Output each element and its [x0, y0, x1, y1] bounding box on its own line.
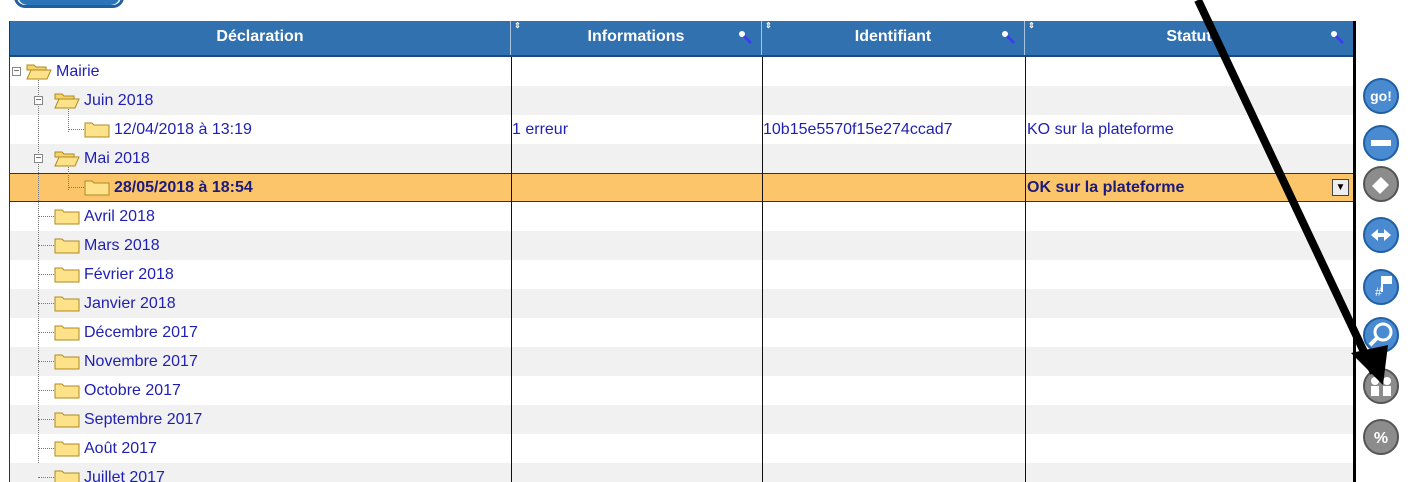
- filter-icon[interactable]: [1000, 29, 1016, 45]
- informations-cell: 1 erreur: [512, 121, 569, 138]
- go-icon[interactable]: go!: [1362, 77, 1400, 115]
- column-header-informations[interactable]: ⇕ Informations: [511, 21, 762, 55]
- resize-handle-icon[interactable]: ⇕: [514, 22, 521, 30]
- column-header-identifiant[interactable]: ⇕ Identifiant: [762, 21, 1025, 55]
- collapse-toggle-icon[interactable]: −: [34, 96, 43, 106]
- tree-label[interactable]: Janvier 2018: [84, 289, 176, 318]
- tree-label[interactable]: Octobre 2017: [84, 376, 181, 405]
- tree-label[interactable]: Décembre 2017: [84, 318, 198, 347]
- tree-label-selected[interactable]: 28/05/2018 à 18:54: [114, 173, 253, 202]
- table-row[interactable]: [10, 318, 1353, 347]
- column-header-label: Déclaration: [216, 28, 304, 45]
- resize-handle-icon[interactable]: ⇕: [765, 22, 772, 30]
- table-row[interactable]: [10, 260, 1353, 289]
- top-tab-fill: [18, 0, 120, 5]
- statut-dropdown-button[interactable]: ▼: [1332, 179, 1349, 196]
- percent-icon[interactable]: %: [1362, 418, 1400, 456]
- hash-flag-icon[interactable]: #: [1362, 268, 1400, 306]
- tree-label[interactable]: Mars 2018: [84, 231, 160, 260]
- table-row[interactable]: [10, 57, 1353, 86]
- svg-text:go!: go!: [1370, 88, 1392, 104]
- tree-label[interactable]: Février 2018: [84, 260, 174, 289]
- svg-text:%: %: [1374, 430, 1388, 447]
- tree-line: [38, 77, 39, 463]
- collapse-toggle-icon[interactable]: −: [12, 67, 21, 77]
- tree-label[interactable]: Novembre 2017: [84, 347, 198, 376]
- open-folder-icon: [54, 93, 80, 109]
- folder-icon: [54, 383, 80, 399]
- tree-label[interactable]: Avril 2018: [84, 202, 155, 231]
- table-row[interactable]: [10, 463, 1353, 482]
- statut-cell-selected[interactable]: OK sur la plateforme: [1027, 173, 1184, 202]
- tree-label[interactable]: Juillet 2017: [84, 463, 165, 482]
- open-folder-icon: [26, 64, 52, 80]
- identifiant-cell: 10b15e5570f15e274ccad7: [763, 121, 953, 138]
- filter-icon[interactable]: [1329, 29, 1345, 45]
- column-header-statut[interactable]: ⇕ Statut: [1025, 21, 1353, 55]
- tree-label[interactable]: Juin 2018: [84, 86, 153, 115]
- minus-icon[interactable]: [1362, 124, 1400, 162]
- folder-icon: [54, 325, 80, 341]
- magnifier-icon[interactable]: [1362, 316, 1400, 354]
- column-divider: [511, 57, 512, 482]
- column-header-declaration[interactable]: Déclaration: [10, 21, 511, 55]
- filter-icon[interactable]: [737, 29, 753, 45]
- folder-icon: [54, 238, 80, 254]
- folder-icon: [54, 209, 80, 225]
- table-row[interactable]: [10, 86, 1353, 115]
- column-header-label: Identifiant: [854, 28, 932, 45]
- tree-label[interactable]: Août 2017: [84, 434, 157, 463]
- resize-handle-icon[interactable]: ⇕: [1028, 22, 1035, 30]
- table-row[interactable]: [10, 289, 1353, 318]
- tree-label[interactable]: Septembre 2017: [84, 405, 202, 434]
- grid-header: Déclaration ⇕ Informations ⇕ Identifiant…: [10, 21, 1353, 57]
- tree-label[interactable]: Mai 2018: [84, 144, 150, 173]
- folder-icon: [54, 412, 80, 428]
- collapse-toggle-icon[interactable]: −: [34, 154, 43, 164]
- statut-cell: KO sur la plateforme: [1027, 121, 1174, 138]
- table-row[interactable]: [10, 347, 1353, 376]
- column-header-label: Informations: [587, 28, 685, 45]
- column-header-label: Statut: [1166, 28, 1212, 45]
- folder-icon: [54, 441, 80, 457]
- folder-icon: [54, 267, 80, 283]
- eraser-icon[interactable]: [1362, 165, 1400, 203]
- folder-icon: [84, 180, 110, 196]
- table-row[interactable]: [10, 376, 1353, 405]
- tree-label[interactable]: 12/04/2018 à 13:19: [114, 115, 252, 144]
- declaration-tree-grid: Déclaration ⇕ Informations ⇕ Identifiant…: [9, 21, 1356, 482]
- table-row[interactable]: [10, 202, 1353, 231]
- table-row[interactable]: [10, 144, 1353, 173]
- table-row[interactable]: [10, 434, 1353, 463]
- table-row[interactable]: [10, 405, 1353, 434]
- tree-label[interactable]: Mairie: [56, 57, 100, 86]
- folder-icon: [54, 470, 80, 482]
- table-row[interactable]: [10, 231, 1353, 260]
- svg-text:#: #: [1375, 285, 1382, 299]
- folder-icon: [84, 122, 110, 138]
- users-icon[interactable]: [1362, 367, 1400, 405]
- folder-icon: [54, 296, 80, 312]
- column-divider: [1025, 57, 1026, 482]
- transfer-icon[interactable]: [1362, 216, 1400, 254]
- column-divider: [762, 57, 763, 482]
- folder-icon: [54, 354, 80, 370]
- open-folder-icon: [54, 151, 80, 167]
